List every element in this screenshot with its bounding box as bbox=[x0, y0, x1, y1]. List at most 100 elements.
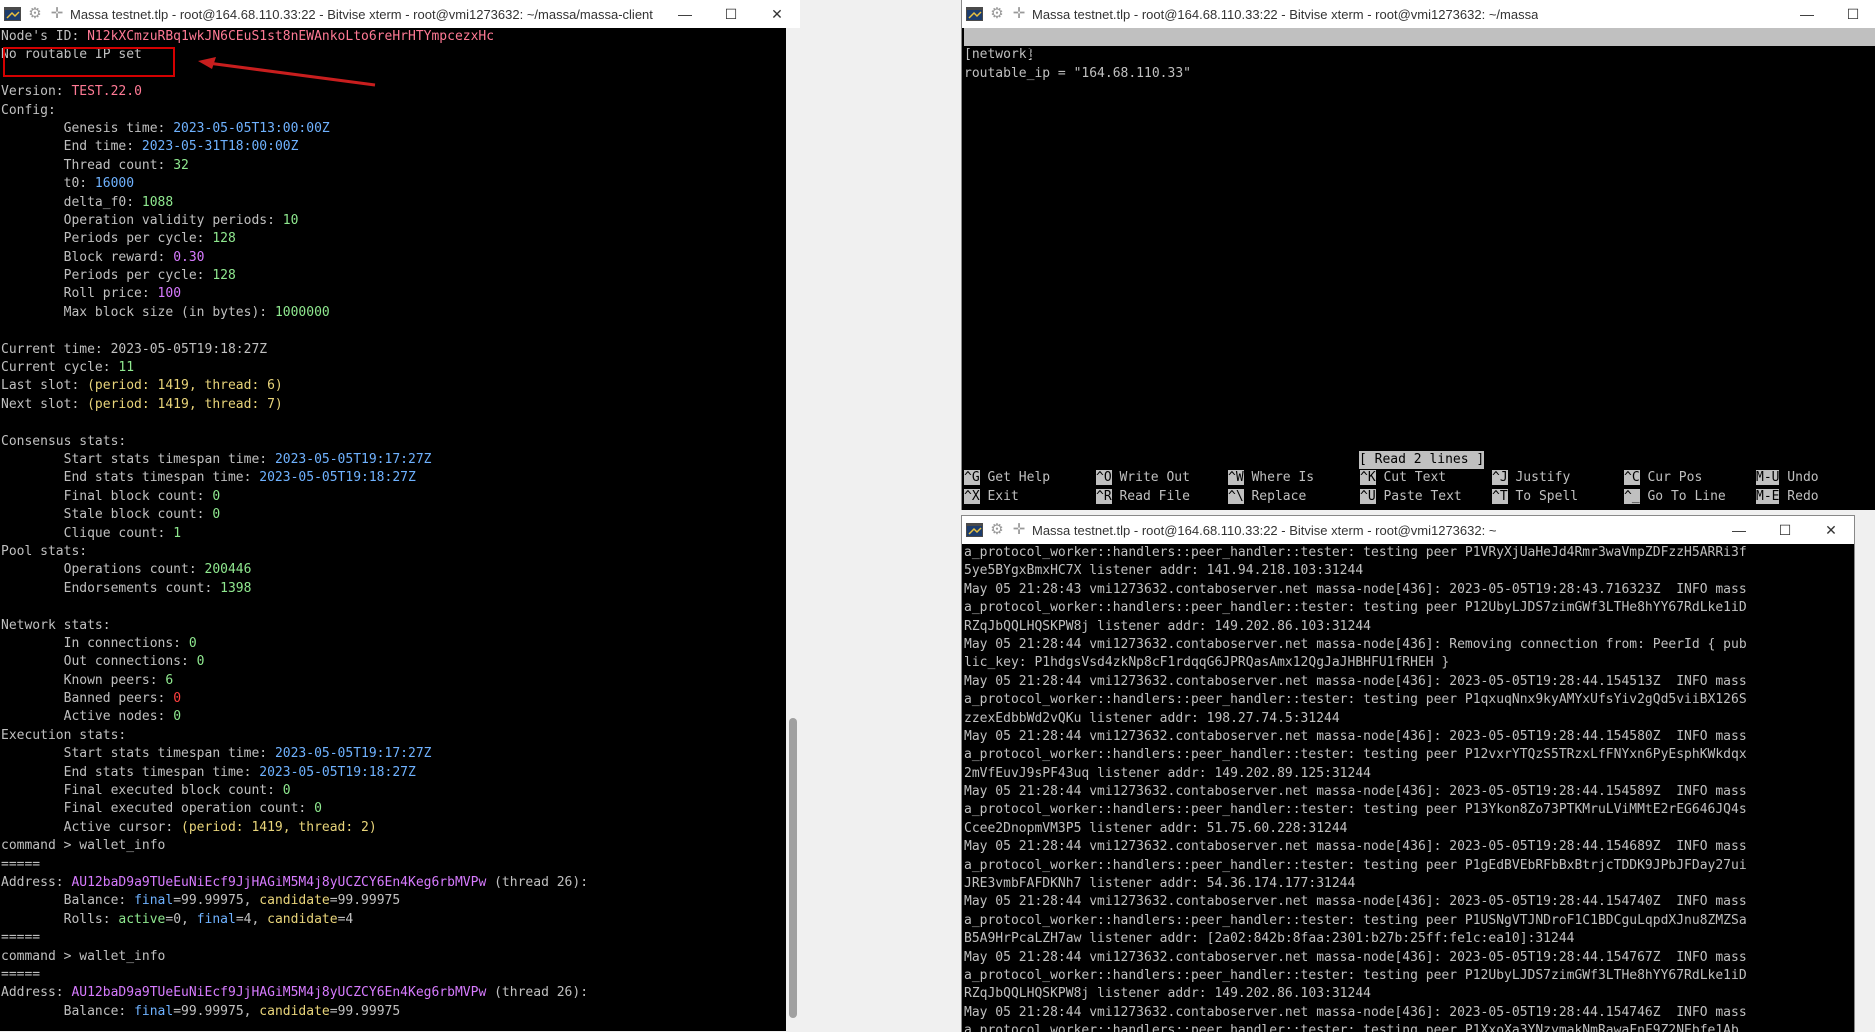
move-icon[interactable]: ✛ bbox=[48, 5, 66, 23]
maximize-icon[interactable]: ☐ bbox=[1762, 516, 1808, 544]
log-line: a_protocol_worker::handlers::peer_handle… bbox=[964, 545, 1747, 560]
shortcut-key: ^_ bbox=[1624, 489, 1640, 504]
version-value: TEST.22.0 bbox=[71, 84, 142, 100]
shortcut-key: ^C bbox=[1624, 470, 1640, 485]
shortcut-label: Where Is bbox=[1243, 470, 1330, 485]
nano-version: GNU nano 4.8 bbox=[1010, 47, 1121, 63]
move-icon[interactable]: ✛ bbox=[1010, 521, 1028, 539]
nano-shortcut-r2-4[interactable]: ^T To Spell bbox=[1492, 488, 1594, 506]
log-line: May 05 21:28:44 vmi1273632.contaboserver… bbox=[964, 636, 1747, 652]
shortcut-key: ^J bbox=[1492, 470, 1508, 485]
shortcut-label: Cur Pos bbox=[1639, 470, 1726, 485]
shortcut-key: ^U bbox=[1360, 489, 1376, 504]
terminal-app-icon bbox=[966, 523, 983, 537]
nano-editor-window: ⚙ ✛ Massa testnet.tlp - root@164.68.110.… bbox=[961, 0, 1875, 510]
nano-status-message: [ Read 2 lines ] bbox=[1359, 451, 1485, 470]
red-arrow-annotation bbox=[198, 57, 376, 87]
log-line: a_protocol_worker::handlers::peer_handle… bbox=[964, 600, 1747, 616]
nano-shortcut-r1-6[interactable]: M-U Undo bbox=[1756, 469, 1819, 487]
log-terminal-window: ⚙ ✛ Massa testnet.tlp - root@164.68.110.… bbox=[961, 515, 1855, 1032]
shortcut-key: ^X bbox=[964, 489, 980, 504]
shortcut-label: Paste Text bbox=[1375, 489, 1462, 504]
log-line: a_protocol_worker::handlers::peer_handle… bbox=[964, 857, 1747, 873]
nano-shortcut-r2-3[interactable]: ^U Paste Text bbox=[1360, 488, 1462, 506]
shortcut-label: Undo bbox=[1779, 470, 1819, 485]
log-line: RZqJbQQLHQSKPW8j listener addr: 149.202.… bbox=[964, 986, 1371, 1002]
terminal-app-icon bbox=[4, 7, 21, 21]
log-line: 5ye5BYgxBmxHC7X listener addr: 141.94.21… bbox=[964, 563, 1364, 579]
maximize-icon[interactable]: ☐ bbox=[708, 0, 754, 28]
nano-shortcut-r1-0[interactable]: ^G Get Help bbox=[964, 469, 1066, 487]
log-line: lic_key: P1hdgsVsd4zkNp8cF1rdqqG6JPRQasA… bbox=[964, 655, 1450, 671]
massa-client-terminal[interactable]: Node's ID: N12kXCmzuRBq1wkJN6CEuS1st8nEW… bbox=[0, 28, 786, 1031]
nano-shortcut-r2-5[interactable]: ^_ Go To Line bbox=[1624, 488, 1726, 506]
log-line: May 05 21:28:44 vmi1273632.contaboserver… bbox=[964, 784, 1747, 800]
nano-shortcut-r1-1[interactable]: ^O Write Out bbox=[1096, 469, 1198, 487]
left-scrollbar[interactable] bbox=[786, 28, 800, 1031]
log-line: May 05 21:28:44 vmi1273632.contaboserver… bbox=[964, 949, 1747, 965]
journal-log-terminal[interactable]: a_protocol_worker::handlers::peer_handle… bbox=[962, 544, 1854, 1032]
log-line: May 05 21:28:44 vmi1273632.contaboserver… bbox=[964, 1004, 1747, 1020]
shortcut-label: Cut Text bbox=[1375, 470, 1462, 485]
shortcut-label: Exit bbox=[979, 489, 1066, 504]
log-line: Ccee2DnopmVM3P5 listener addr: 51.75.60.… bbox=[964, 820, 1348, 836]
log-line: May 05 21:28:43 vmi1273632.contaboserver… bbox=[964, 581, 1747, 597]
maximize-icon[interactable]: ☐ bbox=[1830, 0, 1875, 28]
close-icon[interactable]: ✕ bbox=[1808, 516, 1854, 544]
minimize-icon[interactable]: — bbox=[1784, 0, 1830, 28]
nano-shortcut-r1-2[interactable]: ^W Where Is bbox=[1228, 469, 1330, 487]
close-icon[interactable]: ✕ bbox=[754, 0, 800, 28]
window-title: Massa testnet.tlp - root@164.68.110.33:2… bbox=[1032, 6, 1539, 22]
left-window-titlebar[interactable]: ⚙ ✛ Massa testnet.tlp - root@164.68.110.… bbox=[0, 0, 800, 28]
nano-shortcut-r1-3[interactable]: ^K Cut Text bbox=[1360, 469, 1462, 487]
gear-icon[interactable]: ⚙ bbox=[988, 5, 1006, 23]
highlight-box bbox=[3, 47, 175, 77]
node-id: N12kXCmzuRBq1wkJN6CEuS1st8nEWAnkoLto6reH… bbox=[87, 29, 495, 44]
shortcut-label: Get Help bbox=[979, 470, 1066, 485]
log-line: a_protocol_worker::handlers::peer_handle… bbox=[964, 747, 1747, 763]
shortcut-label: Replace bbox=[1243, 489, 1330, 504]
command-line: command > wallet_info bbox=[1, 948, 166, 964]
log-line: a_protocol_worker::handlers::peer_handle… bbox=[964, 692, 1747, 708]
shortcut-label: Go To Line bbox=[1639, 489, 1726, 504]
log-window-titlebar[interactable]: ⚙ ✛ Massa testnet.tlp - root@164.68.110.… bbox=[962, 516, 1854, 544]
left-terminal-window: ⚙ ✛ Massa testnet.tlp - root@164.68.110.… bbox=[0, 0, 800, 1031]
gear-icon[interactable]: ⚙ bbox=[988, 521, 1006, 539]
log-line: B5A9HrPcaLZH7aw listener addr: [2a02:842… bbox=[964, 931, 1575, 947]
shortcut-key: ^K bbox=[1360, 470, 1376, 485]
nano-shortcut-r1-5[interactable]: ^C Cur Pos bbox=[1624, 469, 1726, 487]
shortcut-key: ^G bbox=[964, 470, 980, 485]
nano-shortcut-r2-6[interactable]: M-E Redo bbox=[1756, 488, 1819, 506]
nano-window-titlebar[interactable]: ⚙ ✛ Massa testnet.tlp - root@164.68.110.… bbox=[962, 0, 1875, 28]
shortcut-key: ^R bbox=[1096, 489, 1112, 504]
terminal-app-icon bbox=[966, 7, 983, 21]
shortcut-key: ^T bbox=[1492, 489, 1508, 504]
shortcut-label: Write Out bbox=[1111, 470, 1198, 485]
left-scrollbar-thumb[interactable] bbox=[789, 718, 797, 1018]
shortcut-label: To Spell bbox=[1507, 489, 1594, 504]
nano-shortcut-r2-0[interactable]: ^X Exit bbox=[964, 488, 1066, 506]
log-line: 2mVfEuvJ9sPF43uq listener addr: 149.202.… bbox=[964, 765, 1371, 781]
nano-shortcut-r2-2[interactable]: ^\ Replace bbox=[1228, 488, 1330, 506]
log-line: May 05 21:28:44 vmi1273632.contaboserver… bbox=[964, 839, 1747, 855]
nano-shortcut-r1-4[interactable]: ^J Justify bbox=[1492, 469, 1594, 487]
move-icon[interactable]: ✛ bbox=[1010, 5, 1028, 23]
minimize-icon[interactable]: — bbox=[662, 0, 708, 28]
nano-terminal[interactable]: GNU nano 4.8 massa-node/config/config.to… bbox=[962, 28, 1875, 510]
log-line: a_protocol_worker::handlers::peer_handle… bbox=[964, 967, 1747, 983]
nano-shortcut-r2-1[interactable]: ^R Read File bbox=[1096, 488, 1198, 506]
shortcut-key: ^\ bbox=[1228, 489, 1244, 504]
log-line: JRE3vmbFAFDKNh7 listener addr: 54.36.174… bbox=[964, 876, 1356, 892]
shortcut-key: ^W bbox=[1228, 470, 1244, 485]
command-line: command > wallet_info bbox=[1, 838, 166, 854]
log-line: May 05 21:28:44 vmi1273632.contaboserver… bbox=[964, 673, 1747, 689]
log-line: May 05 21:28:44 vmi1273632.contaboserver… bbox=[964, 728, 1747, 744]
log-line: a_protocol_worker::handlers::peer_handle… bbox=[964, 912, 1747, 928]
shortcut-label: Redo bbox=[1779, 489, 1819, 504]
wallet-address: AU12baD9a9TUeEuNiEcf9JjHAGiM5M4j8yUCZCY6… bbox=[71, 985, 487, 1001]
log-line: May 05 21:28:44 vmi1273632.contaboserver… bbox=[964, 894, 1747, 910]
minimize-icon[interactable]: — bbox=[1716, 516, 1762, 544]
gear-icon[interactable]: ⚙ bbox=[26, 5, 44, 23]
log-line: zzexEdbbWd2vQKu listener addr: 198.27.74… bbox=[964, 710, 1340, 726]
nano-header-bar: GNU nano 4.8 massa-node/config/config.to… bbox=[964, 28, 1875, 81]
